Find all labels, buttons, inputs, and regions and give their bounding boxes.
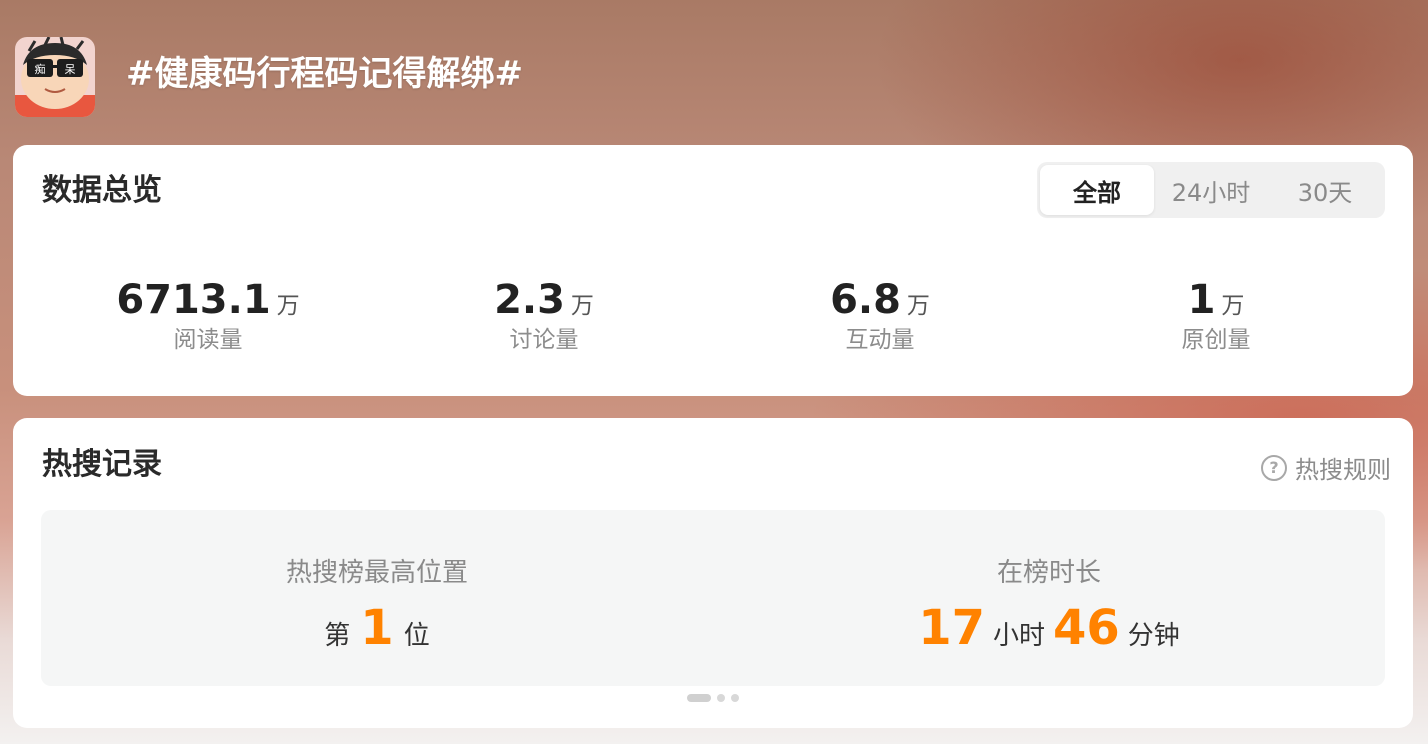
pager-dot[interactable] — [687, 694, 711, 702]
tab-30d[interactable]: 30天 — [1268, 165, 1382, 215]
question-circle-icon: ? — [1261, 454, 1287, 481]
stat-interactions: 6.8 万 互动量 — [730, 277, 1030, 355]
stat-reads-value: 6713.1 — [116, 277, 271, 323]
hot-search-record-panel: 热搜榜最高位置 第 1 位 在榜时长 17 小时 46 分钟 — [41, 510, 1385, 686]
stat-discussions-value: 2.3 — [494, 277, 565, 323]
peak-position-label: 热搜榜最高位置 — [285, 558, 468, 588]
peak-suffix: 位 — [403, 621, 430, 651]
stat-reads: 6713.1 万 阅读量 — [58, 277, 358, 355]
time-range-tabs: 全部 24小时 30天 — [1037, 162, 1385, 218]
overview-title: 数据总览 — [42, 173, 162, 208]
duration-minutes-unit: 分钟 — [1127, 621, 1180, 651]
hot-search-card: 热搜记录 ? 热搜规则 热搜榜最高位置 第 1 位 在榜时长 17 小时 46 … — [13, 418, 1413, 728]
stat-interactions-unit: 万 — [906, 293, 930, 319]
peak-prefix: 第 — [324, 621, 351, 651]
data-overview-card: 数据总览 全部 24小时 30天 6713.1 万 阅读量 2.3 万 讨论量 … — [13, 145, 1413, 396]
tab-all[interactable]: 全部 — [1040, 165, 1154, 215]
duration-hours-unit: 小时 — [992, 621, 1045, 651]
stat-reads-label: 阅读量 — [173, 327, 243, 353]
hot-search-title: 热搜记录 — [42, 447, 162, 482]
stat-discussions-unit: 万 — [570, 293, 594, 319]
stat-reads-unit: 万 — [276, 293, 300, 319]
avatar-glyph-left: 痴 — [35, 62, 46, 76]
topic-avatar: 痴 呆 — [15, 37, 95, 117]
duration-block: 在榜时长 17 小时 46 分钟 — [713, 510, 1385, 686]
duration-minutes: 46 — [1053, 600, 1120, 656]
hot-search-rules-link[interactable]: ? 热搜规则 — [1261, 450, 1391, 485]
stat-interactions-label: 互动量 — [845, 327, 915, 353]
stat-discussions-label: 讨论量 — [509, 327, 579, 353]
hot-search-rules-label: 热搜规则 — [1295, 456, 1391, 484]
pager-dot[interactable] — [717, 694, 725, 702]
stat-originals-unit: 万 — [1221, 293, 1245, 319]
peak-position-block: 热搜榜最高位置 第 1 位 — [41, 510, 713, 686]
duration-hours: 17 — [918, 600, 985, 656]
pager-dot[interactable] — [731, 694, 739, 702]
stat-originals-label: 原创量 — [1181, 327, 1251, 353]
carousel-pager — [687, 694, 739, 702]
stat-discussions: 2.3 万 讨论量 — [394, 277, 694, 355]
peak-position-value: 1 — [360, 600, 394, 656]
tab-24h[interactable]: 24小时 — [1154, 165, 1268, 215]
stat-originals: 1 万 原创量 — [1066, 277, 1366, 355]
avatar-glyph-right: 呆 — [65, 63, 76, 76]
topic-title: #健康码行程码记得解绑# — [126, 54, 523, 94]
cartoon-avatar-icon: 痴 呆 — [15, 37, 95, 117]
duration-label: 在榜时长 — [996, 558, 1101, 588]
stat-interactions-value: 6.8 — [830, 277, 901, 323]
stat-originals-value: 1 — [1187, 277, 1216, 323]
